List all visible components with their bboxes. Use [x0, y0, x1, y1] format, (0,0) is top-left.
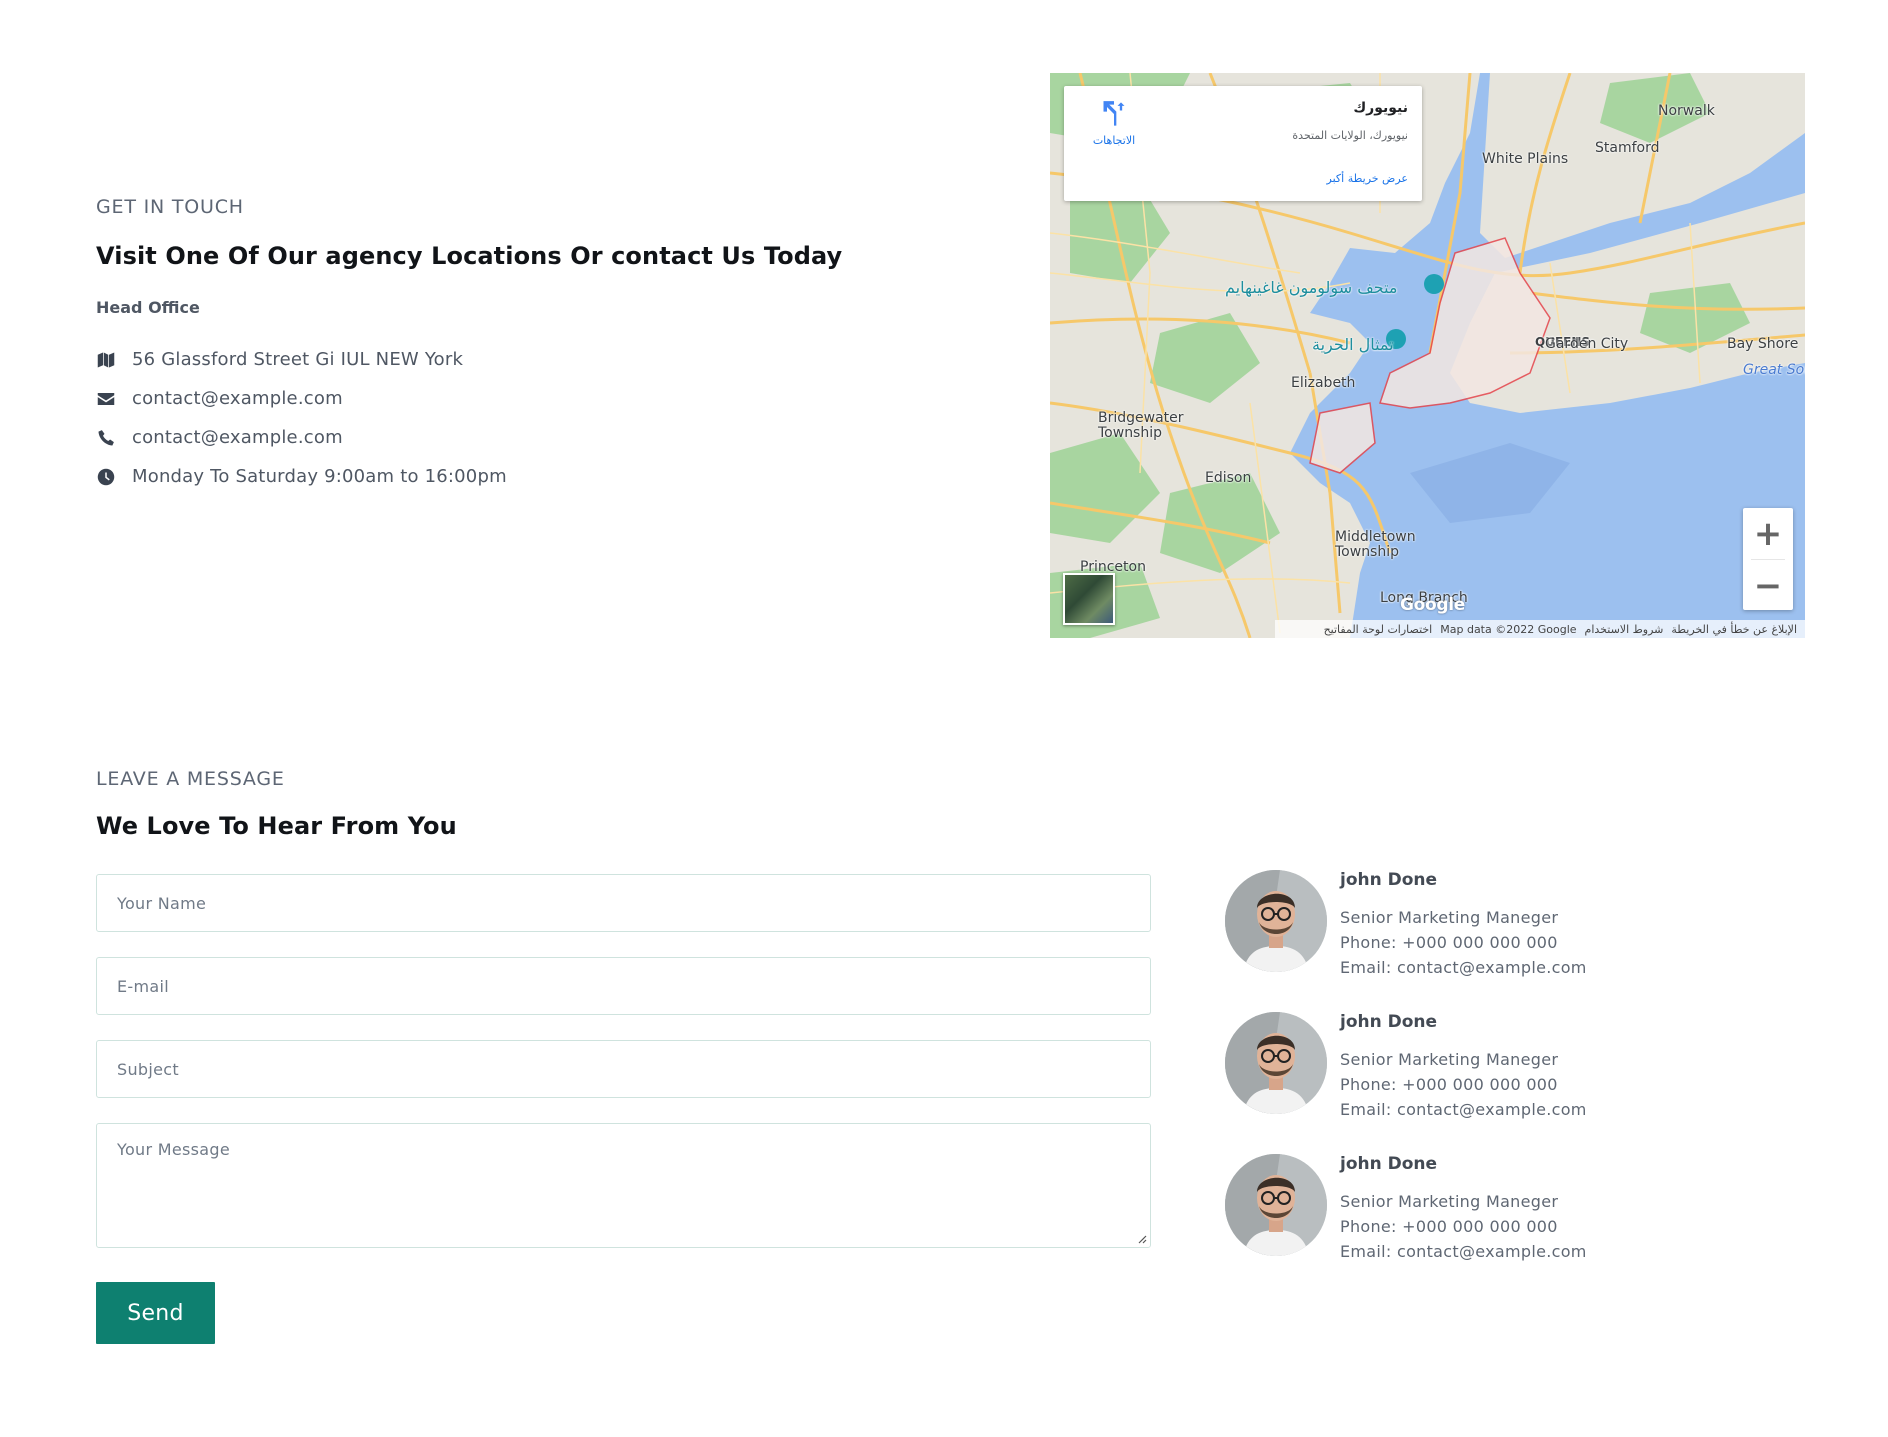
- google-logo: Google: [1400, 595, 1466, 615]
- contact-phone: Phone: +000 000 000 000: [1340, 933, 1558, 952]
- resize-grip-icon[interactable]: [1137, 1234, 1147, 1244]
- terms-link[interactable]: شروط الاستخدام: [1585, 623, 1664, 636]
- map-label-edison: Edison: [1205, 470, 1252, 486]
- email-text[interactable]: contact@example.com: [132, 388, 343, 409]
- report-error-link[interactable]: الإبلاغ عن خطأ في الخريطة: [1671, 623, 1797, 636]
- map-label-bridgewater: Bridgewater Township: [1098, 410, 1184, 441]
- person-photo-icon: [1225, 1012, 1327, 1114]
- zoom-out-button[interactable]: −: [1743, 560, 1793, 611]
- map-label-great-south: Great Sou: [1743, 362, 1805, 378]
- clock-icon: [96, 467, 116, 487]
- hours-text: Monday To Saturday 9:00am to 16:00pm: [132, 466, 507, 487]
- address-text: 56 Glassford Street Gi IUL NEW York: [132, 349, 464, 370]
- avatar: [1225, 1012, 1327, 1114]
- phone-row: contact@example.com: [96, 418, 507, 457]
- message-textarea[interactable]: Your Message: [96, 1123, 1151, 1248]
- map-place-name: نيويورك: [1353, 100, 1408, 116]
- locations-heading: Visit One Of Our agency Locations Or con…: [96, 242, 843, 270]
- contact-card: john Done Senior Marketing Maneger Phone…: [1225, 870, 1685, 990]
- contact-name: john Done: [1340, 1012, 1438, 1032]
- map-label-white-plains: White Plains: [1482, 151, 1569, 167]
- directions-label: الاتجاهات: [1092, 134, 1136, 147]
- map-zoom-control: + −: [1743, 508, 1793, 610]
- map-label-bay-shore: Bay Shore: [1727, 336, 1799, 352]
- view-larger-map-link[interactable]: عرض خريطة أكبر: [1327, 172, 1408, 185]
- avatar: [1225, 870, 1327, 972]
- envelope-icon: [96, 389, 116, 409]
- contact-role: Senior Marketing Maneger: [1340, 1192, 1559, 1211]
- message-placeholder: Your Message: [117, 1140, 230, 1159]
- directions-button[interactable]: الاتجاهات: [1084, 100, 1144, 147]
- contact-email: Email: contact@example.com: [1340, 1100, 1587, 1119]
- name-input[interactable]: Your Name: [96, 874, 1151, 932]
- map-label-norwalk: Norwalk: [1658, 103, 1715, 119]
- contact-phone: Phone: +000 000 000 000: [1340, 1075, 1558, 1094]
- map-label-museum: متحف سولومون غاغينهايم: [1225, 278, 1398, 297]
- map-icon: [96, 350, 116, 370]
- person-photo-icon: [1225, 870, 1327, 972]
- hours-row: Monday To Saturday 9:00am to 16:00pm: [96, 457, 507, 496]
- contact-phone: Phone: +000 000 000 000: [1340, 1217, 1558, 1236]
- satellite-toggle[interactable]: [1063, 573, 1115, 625]
- map-data-credit: Map data ©2022 Google: [1440, 622, 1577, 636]
- contact-role: Senior Marketing Maneger: [1340, 908, 1559, 927]
- location-map[interactable]: Norwalk White Plains Stamford متحف سولوم…: [1050, 73, 1805, 638]
- map-attribution-bar: اختصارات لوحة المفاتيح Map data ©2022 Go…: [1275, 620, 1805, 638]
- contact-card: john Done Senior Marketing Maneger Phone…: [1225, 1012, 1685, 1132]
- subject-input[interactable]: Subject: [96, 1040, 1151, 1098]
- zoom-in-button[interactable]: +: [1743, 508, 1793, 559]
- phone-icon: [96, 428, 116, 448]
- email-row: contact@example.com: [96, 379, 507, 418]
- contact-card: john Done Senior Marketing Maneger Phone…: [1225, 1154, 1685, 1274]
- map-place-card: نيويورك نيويورك، الولايات المتحدة عرض خر…: [1064, 86, 1422, 201]
- person-photo-icon: [1225, 1154, 1327, 1256]
- map-place-address: نيويورك، الولايات المتحدة: [1292, 129, 1408, 142]
- get-in-touch-kicker: GET IN TOUCH: [96, 196, 244, 218]
- address-row: 56 Glassford Street Gi IUL NEW York: [96, 340, 507, 379]
- map-label-elizabeth: Elizabeth: [1291, 375, 1356, 391]
- map-label-liberty: تمثال الحرية: [1312, 335, 1394, 354]
- avatar: [1225, 1154, 1327, 1256]
- office-info-list: 56 Glassford Street Gi IUL NEW York cont…: [96, 340, 507, 496]
- head-office-label: Head Office: [96, 298, 200, 317]
- phone-text[interactable]: contact@example.com: [132, 427, 343, 448]
- email-input[interactable]: E-mail: [96, 957, 1151, 1015]
- contact-email: Email: contact@example.com: [1340, 958, 1587, 977]
- contact-name: john Done: [1340, 1154, 1438, 1174]
- contact-name: john Done: [1340, 870, 1438, 890]
- send-button[interactable]: Send: [96, 1282, 215, 1344]
- keyboard-shortcuts-link[interactable]: اختصارات لوحة المفاتيح: [1324, 623, 1433, 636]
- map-label-middletown: Middletown Township: [1335, 529, 1416, 560]
- leave-message-kicker: LEAVE A MESSAGE: [96, 768, 285, 790]
- contact-email: Email: contact@example.com: [1340, 1242, 1587, 1261]
- directions-icon: [1100, 101, 1128, 132]
- map-label-stamford: Stamford: [1595, 140, 1660, 156]
- message-heading: We Love To Hear From You: [96, 812, 457, 840]
- map-label-garden-city: Garden City: [1545, 336, 1629, 352]
- contact-form: Your Name E-mail Subject Your Message: [96, 874, 1151, 1273]
- contact-role: Senior Marketing Maneger: [1340, 1050, 1559, 1069]
